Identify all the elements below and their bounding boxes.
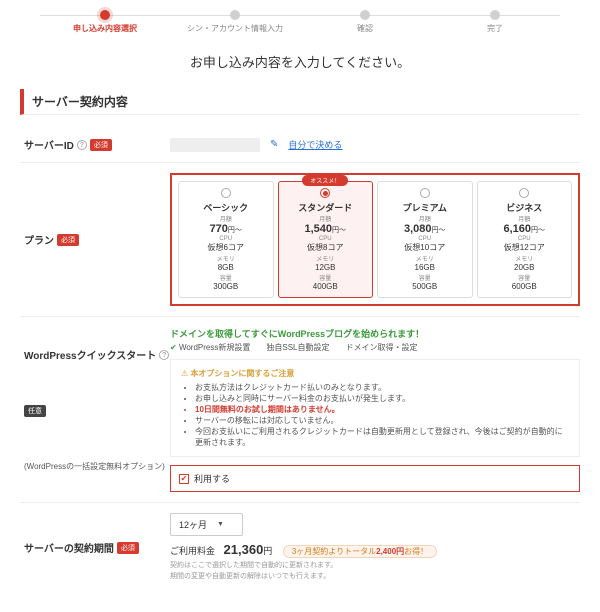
chevron-down-icon: ▼: [217, 521, 224, 528]
required-badge: 必須: [57, 234, 79, 246]
wp-quickstart-label: WordPressクイックスタート: [24, 347, 156, 362]
warn-item-no-trial: 10日間無料のお試し期間はありません。: [195, 404, 569, 415]
help-icon[interactable]: ?: [159, 350, 169, 360]
warn-item: お支払方法はクレジットカード払いのみとなります。: [195, 382, 569, 393]
plan-premium[interactable]: プレミアム 月額 3,080円～ CPU 仮想10コア メモリ 16GB 容量 …: [377, 181, 473, 298]
radio-icon: [519, 188, 529, 198]
warn-item: サーバーの移転には対応していません。: [195, 415, 569, 426]
edit-icon[interactable]: ✎: [270, 139, 278, 150]
step-2: シン・アカウント情報入力: [170, 10, 300, 34]
plan-label: プラン: [24, 232, 54, 247]
warning-icon: ⚠: [181, 369, 188, 378]
plan-business[interactable]: ビジネス 月額 6,160円～ CPU 仮想12コア メモリ 20GB 容量 6…: [477, 181, 573, 298]
step-1: 申し込み内容選択: [40, 10, 170, 34]
radio-icon: [221, 188, 231, 198]
wp-warning-box: ⚠ 本オプションに関するご注意 お支払方法はクレジットカード払いのみとなります。…: [170, 359, 580, 457]
fee-line: ご利用料金 21,360円 3ヶ月契約よりトータル2,400円お得！: [170, 542, 580, 557]
row-plan: プラン 必須 ベーシック 月額 770円～ CPU 仮想6コア メモリ 8GB …: [20, 163, 580, 317]
wp-use-label: 利用する: [194, 472, 230, 485]
row-contract-period: サーバーの契約期間 必須 12ヶ月 ▼ ご利用料金 21,360円 3ヶ月契約よ…: [20, 503, 580, 592]
wp-use-checkbox[interactable]: ✔ 利用する: [170, 465, 580, 492]
choose-self-link[interactable]: 自分で決める: [288, 138, 342, 151]
row-wp-quickstart: WordPressクイックスタート ? 任意 (WordPressの一括設定無料…: [20, 317, 580, 503]
help-icon[interactable]: ?: [77, 140, 87, 150]
optional-badge: 任意: [24, 405, 46, 417]
plan-standard[interactable]: オススメ！ スタンダード 月額 1,540円～ CPU 仮想8コア メモリ 12…: [278, 181, 374, 298]
row-server-id: サーバーID ? 必須 ✎ 自分で決める: [20, 127, 580, 163]
required-badge: 必須: [90, 139, 112, 151]
plan-basic[interactable]: ベーシック 月額 770円～ CPU 仮想6コア メモリ 8GB 容量 300G…: [178, 181, 274, 298]
wp-quickstart-sublabel: (WordPressの一括設定無料オプション): [24, 461, 170, 472]
period-select[interactable]: 12ヶ月 ▼: [170, 513, 243, 536]
progress-stepper: 申し込み内容選択 シン・アカウント情報入力 確認 完了: [40, 10, 560, 34]
radio-icon: [420, 188, 430, 198]
warn-item: お申し込みと同時にサーバー料金のお支払いが発生します。: [195, 393, 569, 404]
plan-options: ベーシック 月額 770円～ CPU 仮想6コア メモリ 8GB 容量 300G…: [170, 173, 580, 306]
step-3: 確認: [300, 10, 430, 34]
required-badge: 必須: [117, 542, 139, 554]
period-label: サーバーの契約期間: [24, 540, 114, 555]
wp-benefit-list: ✔ WordPress新規設置 独自SSL自動設定 ドメイン取得・設定: [170, 342, 580, 353]
page-title: お申し込み内容を入力してください。: [20, 52, 580, 71]
recommend-ribbon: オススメ！: [302, 175, 348, 186]
radio-icon: [320, 188, 330, 198]
period-value: 12ヶ月: [179, 518, 207, 531]
server-id-label: サーバーID: [24, 137, 74, 152]
checkbox-icon: ✔: [179, 474, 189, 484]
server-id-value: [170, 138, 260, 152]
period-note: 契約はここで選択した期間で自動的に更新されます。 期間の変更や自動更新の解除はい…: [170, 561, 580, 582]
step-4: 完了: [430, 10, 560, 34]
section-header-server: サーバー契約内容: [20, 89, 580, 115]
wp-benefit-title: ドメインを取得してすぐにWordPressブログを始められます！: [170, 327, 580, 340]
warn-item: 今回お支払いにご利用されるクレジットカードは自動更新用として登録され、今後はご契…: [195, 426, 569, 448]
check-icon: ✔: [170, 343, 177, 352]
